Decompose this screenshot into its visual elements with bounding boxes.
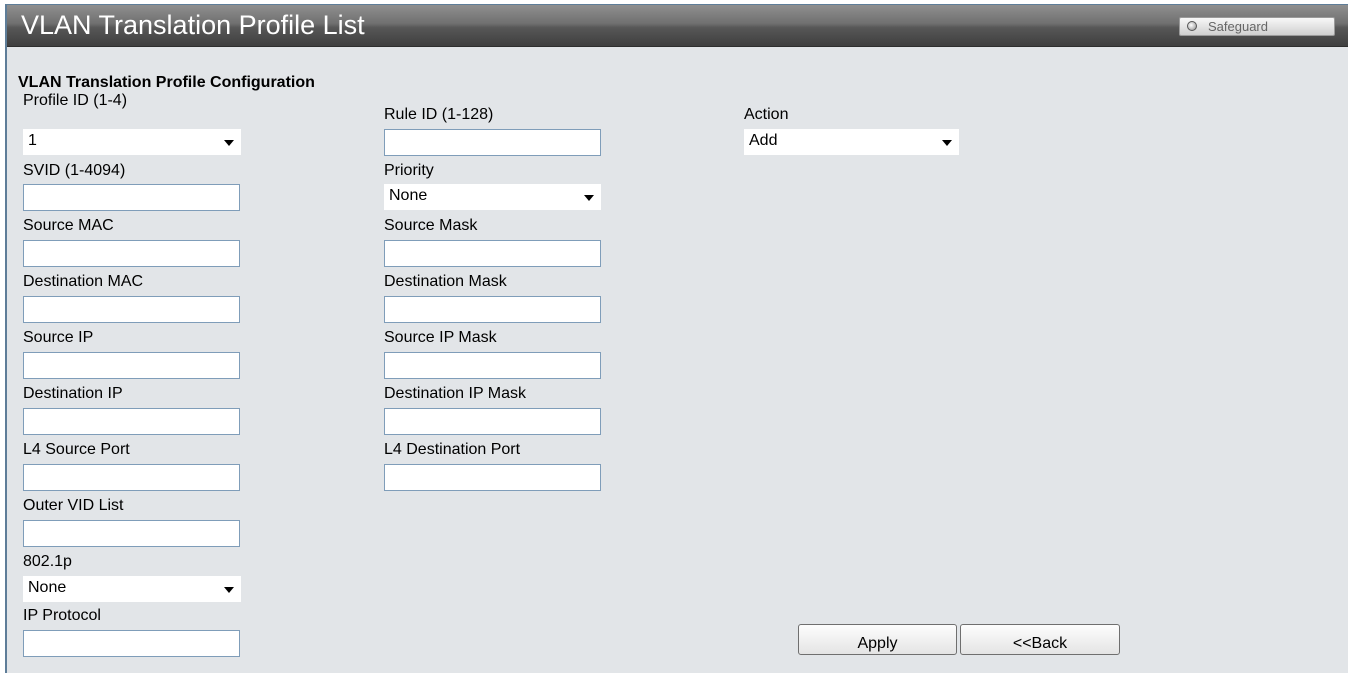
source-mask-label: Source Mask [384, 217, 478, 234]
page-title: VLAN Translation Profile List [21, 10, 365, 40]
action-label: Action [744, 106, 789, 123]
dot1p-value: None [28, 579, 67, 596]
dot1p-select[interactable]: None [23, 576, 241, 602]
action-value: Add [749, 132, 778, 149]
svid-label: SVID (1-4094) [23, 162, 126, 179]
destination-mask-input[interactable] [384, 296, 601, 323]
destination-ip-input[interactable] [23, 408, 240, 435]
destination-mac-label: Destination MAC [23, 273, 144, 290]
svid-input[interactable] [23, 184, 240, 211]
source-mask-input[interactable] [384, 240, 601, 267]
rule-id-label: Rule ID (1-128) [384, 106, 494, 123]
section-title: VLAN Translation Profile Configuration [18, 74, 315, 91]
ip-protocol-label: IP Protocol [23, 607, 101, 624]
action-select[interactable]: Add [744, 129, 959, 155]
safeguard-button[interactable]: Safeguard [1179, 17, 1335, 36]
priority-select[interactable]: None [384, 184, 601, 210]
title-bar: VLAN Translation Profile List Safeguard [7, 5, 1348, 47]
priority-value: None [389, 187, 428, 204]
profile-id-value: 1 [28, 132, 37, 149]
destination-ip-mask-input[interactable] [384, 408, 601, 435]
l4-source-port-input[interactable] [23, 464, 240, 491]
rule-id-input[interactable] [384, 129, 601, 156]
profile-id-label: Profile ID (1-4) [23, 92, 128, 109]
ip-protocol-input[interactable] [23, 630, 240, 657]
destination-mask-label: Destination Mask [384, 273, 507, 290]
back-button[interactable]: <<Back [960, 624, 1120, 655]
priority-label: Priority [384, 162, 434, 179]
profile-id-select[interactable]: 1 [23, 129, 241, 155]
dot1p-label: 802.1p [23, 553, 72, 570]
outer-vid-list-input[interactable] [23, 520, 240, 547]
destination-ip-label: Destination IP [23, 385, 123, 402]
chevron-down-icon [224, 587, 234, 593]
chevron-down-icon [584, 195, 594, 201]
l4-destination-port-input[interactable] [384, 464, 601, 491]
chevron-down-icon [942, 140, 952, 146]
content-panel: VLAN Translation Profile List Safeguard [5, 4, 1348, 673]
source-mac-label: Source MAC [23, 217, 114, 234]
l4-destination-port-label: L4 Destination Port [384, 441, 521, 458]
source-ip-mask-label: Source IP Mask [384, 329, 497, 346]
safeguard-label: Safeguard [1208, 19, 1268, 34]
apply-button[interactable]: Apply [798, 624, 957, 655]
source-ip-input[interactable] [23, 352, 240, 379]
safeguard-icon [1187, 21, 1197, 31]
source-ip-mask-input[interactable] [384, 352, 601, 379]
destination-mac-input[interactable] [23, 296, 240, 323]
destination-ip-mask-label: Destination IP Mask [384, 385, 526, 402]
chevron-down-icon [224, 140, 234, 146]
source-mac-input[interactable] [23, 240, 240, 267]
outer-vid-list-label: Outer VID List [23, 497, 124, 514]
l4-source-port-label: L4 Source Port [23, 441, 130, 458]
source-ip-label: Source IP [23, 329, 94, 346]
